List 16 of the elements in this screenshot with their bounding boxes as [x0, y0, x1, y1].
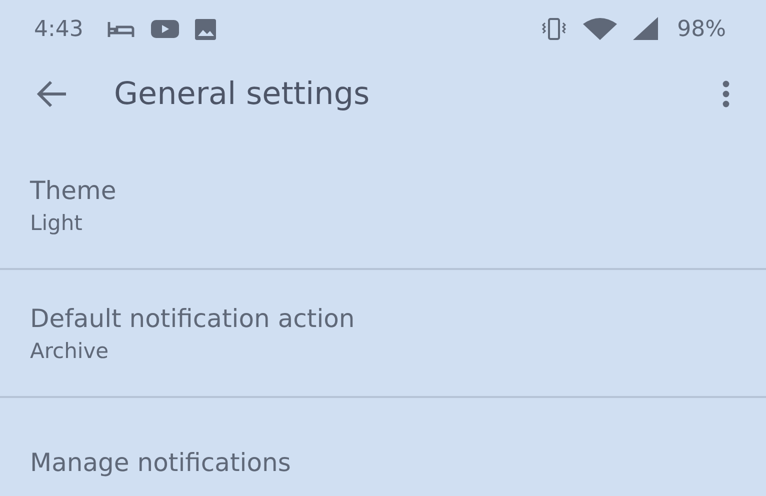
setting-title[interactable]: Manage notifications — [30, 448, 736, 476]
video-icon — [151, 19, 180, 39]
battery-percentage: 98% — [677, 16, 726, 42]
setting-value: Archive — [30, 338, 110, 362]
setting-value: Light — [30, 210, 84, 234]
setting-title[interactable]: Theme — [30, 176, 736, 204]
bed-icon — [107, 19, 136, 39]
screen-title: General settings — [114, 76, 370, 112]
more-options-icon[interactable] — [722, 80, 730, 108]
signal-icon — [633, 17, 660, 41]
setting-title[interactable]: Default notification action — [30, 304, 736, 332]
back-arrow-icon[interactable] — [36, 80, 68, 108]
vibrate-icon — [541, 17, 568, 41]
image-icon — [195, 18, 216, 40]
status-time: 4:43 — [34, 16, 84, 42]
wifi-icon — [583, 17, 618, 41]
